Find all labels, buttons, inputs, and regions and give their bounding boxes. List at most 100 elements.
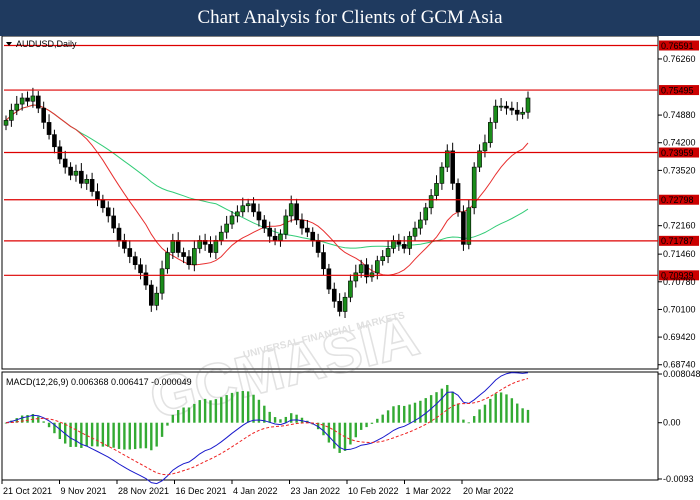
macd-histogram-bar [225, 395, 228, 423]
macd-histogram-bar [155, 422, 158, 447]
macd-histogram-bar [365, 422, 368, 428]
macd-histogram-bar [472, 416, 476, 423]
candle-body [197, 240, 203, 249]
candle-body [127, 248, 133, 257]
macd-histogram-bar [403, 405, 406, 423]
candle-body [111, 215, 116, 229]
date-tick-label: 10 Feb 2022 [348, 486, 399, 496]
date-tick-label: 9 Nov 2021 [61, 486, 107, 496]
macd-histogram-bar [419, 400, 422, 423]
candle-body [79, 170, 84, 184]
macd-histogram-bar [279, 419, 282, 423]
candle-body [116, 227, 122, 241]
macd-histogram-bar [295, 414, 298, 423]
date-tick-label: 4 Jan 2022 [233, 486, 278, 496]
macd-tick-label: -0.0093 [663, 474, 694, 484]
candle-body [272, 235, 278, 241]
candle-body [278, 233, 283, 241]
candle-body [165, 252, 170, 270]
macd-histogram-bar [284, 416, 288, 423]
macd-histogram-bar [354, 422, 357, 438]
candle-body [294, 203, 299, 221]
macd-histogram-bar [408, 404, 411, 423]
candle-body [224, 223, 229, 233]
candle-body [488, 122, 493, 144]
macd-histogram-bar [526, 409, 530, 423]
candle-body [423, 207, 429, 221]
macd-histogram-bar [516, 403, 519, 423]
candle-body [159, 268, 165, 294]
candle-body [41, 107, 46, 123]
date-tick-label: 1 Mar 2022 [406, 486, 452, 496]
macd-histogram-bar [494, 393, 497, 423]
macd-histogram-bar [150, 422, 153, 451]
candle-body [288, 203, 294, 217]
candle-body [514, 109, 520, 115]
level-tag-label: 0.73959 [661, 148, 694, 158]
candle-body [358, 264, 364, 274]
macd-histogram-bar [290, 413, 293, 423]
candle-body [229, 215, 235, 225]
level-tag-label: 0.71787 [661, 236, 694, 246]
macd-histogram-bar [386, 410, 390, 423]
macd-histogram-bar [456, 403, 460, 423]
price-tick-label: 0.74200 [663, 138, 696, 148]
price-tick-label: 0.72160 [663, 221, 696, 231]
candle-body [256, 211, 262, 221]
candle-body [62, 158, 68, 168]
macd-histogram-bar [478, 409, 481, 423]
candle-body [19, 97, 25, 105]
candle-body [466, 207, 472, 245]
candle-body [186, 256, 192, 266]
macd-histogram-bar [209, 400, 212, 423]
date-tick-label: 16 Dec 2021 [176, 486, 227, 496]
candle-body [375, 260, 380, 274]
candle-body [89, 179, 95, 192]
candle-body [331, 288, 337, 302]
candle-body [245, 203, 251, 207]
candle-body [401, 244, 407, 249]
candle-body [68, 166, 73, 176]
macd-histogram-bar [112, 422, 115, 448]
macd-histogram-bar [123, 422, 126, 450]
macd-histogram-bar [90, 422, 94, 447]
chart-header: Chart Analysis for Clients of GCM Asia [0, 0, 700, 36]
macd-histogram-bar [359, 422, 363, 430]
candle-body [25, 97, 30, 102]
candle-body [235, 211, 240, 217]
price-tick-label: 0.69420 [663, 332, 696, 342]
candle-body [35, 95, 41, 109]
date-tick-label: 20 Mar 2022 [463, 486, 514, 496]
macd-histogram-bar [392, 406, 395, 423]
candle-body [461, 211, 466, 245]
macd-histogram-bar [510, 398, 514, 423]
macd-histogram-bar [499, 392, 503, 423]
candle [471, 162, 477, 215]
macd-tick-label: 0.008048 [663, 369, 700, 379]
candle-body [493, 105, 499, 123]
candle-body [30, 95, 36, 102]
macd-histogram-bar [107, 422, 110, 447]
macd-histogram-bar [333, 422, 336, 449]
symbol-label: AUDUSD,Daily [6, 39, 77, 49]
macd-histogram-bar [160, 422, 164, 437]
candle-body [192, 248, 197, 266]
candle-body [412, 227, 418, 237]
candle-body [321, 252, 326, 270]
candle [461, 205, 466, 251]
macd-histogram-bar [435, 392, 438, 423]
macd-histogram-bar [257, 399, 261, 423]
candle-body [14, 103, 20, 111]
trading-chart[interactable]: GCMASIA UNIVERSAL FINANCIAL MARKETS AUDU… [0, 36, 700, 500]
macd-histogram-bar [397, 405, 401, 423]
macd-histogram-bar [451, 391, 454, 423]
macd-histogram-bar [241, 390, 244, 423]
date-tick-label: 23 Jan 2022 [291, 486, 341, 496]
candle-body [455, 183, 461, 213]
macd-histogram-bar [198, 400, 201, 423]
candle-body [240, 205, 246, 213]
candle-body [444, 150, 450, 168]
macd-histogram-bar [381, 414, 384, 423]
price-panel-title: AUDUSD,Daily [16, 39, 77, 49]
level-tag: 0.72798 [659, 194, 699, 205]
